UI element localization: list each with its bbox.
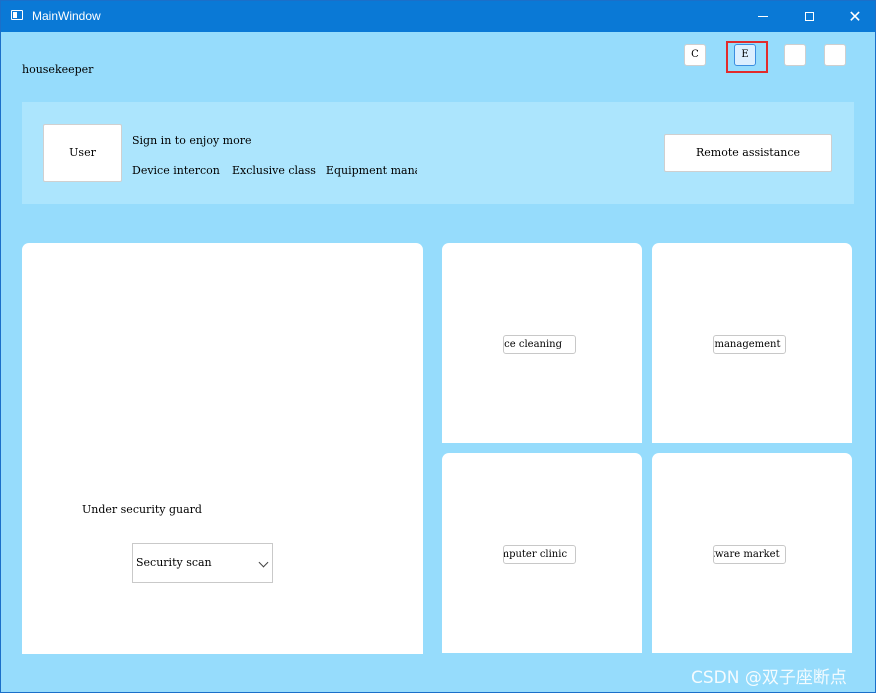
- remote-assistance-button[interactable]: Remote assistance: [664, 134, 832, 172]
- tile-space-cleaning: Space cleaning: [442, 243, 642, 443]
- maximize-icon: [804, 12, 814, 21]
- security-card: Under security guard Security scan: [22, 243, 423, 654]
- feature-exclusive-class: Exclusive class: [232, 164, 316, 177]
- highlight-box: [726, 41, 768, 73]
- security-scan-value: Security scan: [136, 556, 212, 569]
- feature-equipment-management: Equipment manag: [325, 164, 417, 177]
- security-scan-select[interactable]: Security scan: [132, 543, 273, 583]
- toolbar-button-3[interactable]: [784, 44, 806, 66]
- window-title: MainWindow: [32, 9, 101, 23]
- computer-clinic-button[interactable]: Computer clinic: [503, 545, 576, 564]
- minimize-icon: [758, 16, 768, 17]
- tile-authority-management: Authority management: [652, 243, 852, 443]
- close-button[interactable]: ✕: [832, 1, 876, 32]
- sign-in-text: Sign in to enjoy more: [132, 134, 252, 147]
- authority-management-button[interactable]: Authority management: [713, 335, 786, 354]
- title-bar[interactable]: MainWindow ✕: [1, 1, 875, 32]
- maximize-button[interactable]: [786, 1, 832, 32]
- tile-computer-clinic: Computer clinic: [442, 453, 642, 653]
- minimize-button[interactable]: [740, 1, 786, 32]
- user-button[interactable]: User: [43, 124, 122, 182]
- computer-clinic-label: Computer clinic: [504, 549, 568, 560]
- software-market-label: Software market: [714, 549, 780, 560]
- security-status-text: Under security guard: [82, 503, 202, 516]
- watermark-text: CSDN @双子座断点: [691, 668, 847, 688]
- user-panel: User Sign in to enjoy more Device interc…: [22, 102, 854, 204]
- tile-software-market: Software market: [652, 453, 852, 653]
- toolbar-button-4[interactable]: [824, 44, 846, 66]
- space-cleaning-button[interactable]: Space cleaning: [503, 335, 576, 354]
- feature-device-intercom: Device intercon: [132, 164, 220, 177]
- window-app-icon: [11, 10, 23, 20]
- authority-management-label: Authority management: [714, 339, 781, 350]
- software-market-button[interactable]: Software market: [713, 545, 786, 564]
- feature-row: Device intercon Exclusive class Equipment …: [132, 164, 417, 177]
- main-window: MainWindow ✕ housekeeper C E User Sign i…: [0, 0, 876, 693]
- close-icon: ✕: [848, 6, 862, 26]
- space-cleaning-label: Space cleaning: [504, 339, 563, 350]
- toolbar-button-c[interactable]: C: [684, 44, 706, 66]
- chevron-down-icon: [258, 557, 269, 568]
- app-name-label: housekeeper: [22, 63, 94, 76]
